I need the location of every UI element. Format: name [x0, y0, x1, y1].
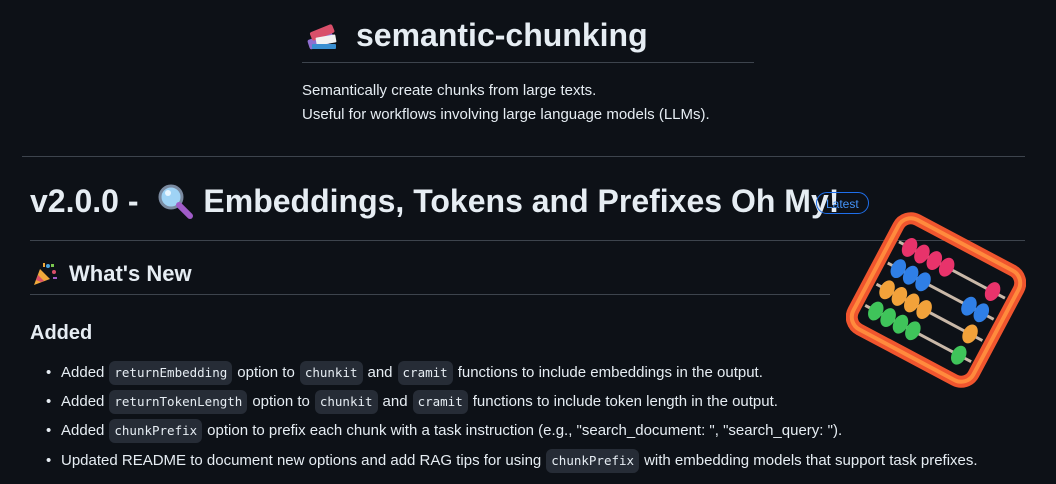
bullet: • — [46, 364, 52, 381]
code-chunk-prefix: chunkPrefix — [109, 419, 203, 443]
release-title-text: Embeddings, Tokens and Prefixes Oh My! — [203, 182, 840, 219]
bullet: • — [46, 452, 52, 469]
whats-new-heading: What's New — [69, 261, 192, 286]
party-popper-icon — [34, 263, 57, 285]
abacus-icon — [846, 212, 1026, 388]
repo-description-line1: Semantically create chunks from large te… — [302, 82, 597, 99]
repo-title: semantic-chunking — [356, 17, 648, 53]
added-heading: Added — [30, 322, 93, 344]
magnifying-glass-icon — [158, 184, 194, 219]
bullet: • — [46, 422, 52, 439]
code-return-embedding: returnEmbedding — [109, 361, 233, 385]
code-return-token-length: returnTokenLength — [109, 390, 248, 414]
code-cramit: cramit — [397, 361, 453, 385]
bullet: • — [46, 393, 52, 410]
code-chunkit: chunkit — [299, 361, 363, 385]
title-divider — [302, 62, 754, 63]
release-title[interactable]: v2.0.0 - Embeddings, Tokens and Prefixes… — [30, 178, 839, 224]
section-divider — [22, 156, 1025, 157]
list-item: • Added chunkPrefix option to prefix eac… — [46, 419, 842, 443]
release-version: v2.0.0 - — [30, 182, 148, 219]
whats-new-divider — [30, 294, 830, 295]
code-chunkit: chunkit — [314, 390, 378, 414]
books-icon — [307, 24, 337, 50]
code-chunk-prefix: chunkPrefix — [546, 449, 640, 473]
list-item: • Added returnEmbedding option to chunki… — [46, 361, 763, 385]
repo-description-line2: Useful for workflows involving large lan… — [302, 106, 710, 123]
list-item: • Updated README to document new options… — [46, 449, 978, 473]
list-item: • Added returnTokenLength option to chun… — [46, 390, 778, 414]
code-cramit: cramit — [412, 390, 468, 414]
